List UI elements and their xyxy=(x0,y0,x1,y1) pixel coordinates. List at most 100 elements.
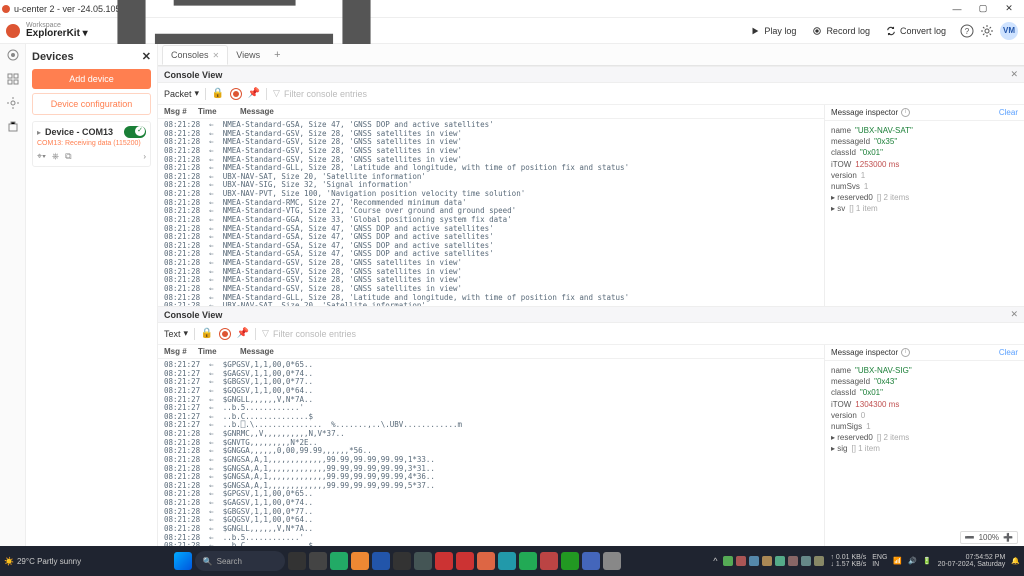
system-tray[interactable] xyxy=(723,556,824,566)
taskbar-app-icon[interactable] xyxy=(519,552,537,570)
device-copy-icon[interactable]: ⧉ xyxy=(65,151,71,162)
tray-icon[interactable] xyxy=(723,556,733,566)
rail-settings-icon[interactable] xyxy=(6,96,20,110)
wifi-icon[interactable]: 📶 xyxy=(893,557,902,565)
device-cube-icon[interactable]: ⎈ xyxy=(52,151,59,162)
lock-icon[interactable]: 🔒 xyxy=(212,88,224,100)
message-inspector-b: Message inspectoriClear name"UBX-NAV-SIG… xyxy=(824,345,1024,546)
tray-icon[interactable] xyxy=(749,556,759,566)
info-icon[interactable]: i xyxy=(901,108,910,117)
play-log-button[interactable]: Play log xyxy=(750,26,796,36)
filter-input[interactable]: Filter console entries xyxy=(273,329,356,339)
zoom-indicator[interactable]: ➖ 100% ➕ xyxy=(960,531,1018,544)
clear-button[interactable]: Clear xyxy=(999,348,1018,357)
taskbar-clock[interactable]: 07:54:52 PM20-07-2024, Saturday xyxy=(938,554,1006,568)
play-icon xyxy=(750,26,760,36)
workspace-selector[interactable]: Workspace ExplorerKit ▾ xyxy=(26,22,88,39)
device-status: COM13: Receiving data (115200) xyxy=(37,140,146,147)
rail-apps-icon[interactable] xyxy=(6,72,20,86)
maximize-button[interactable]: ▢ xyxy=(970,3,996,14)
clear-button[interactable]: Clear xyxy=(999,108,1018,117)
mode-select[interactable]: Text ▾ xyxy=(164,328,188,339)
tray-icon[interactable] xyxy=(788,556,798,566)
notification-icon[interactable]: 🔔 xyxy=(1011,557,1020,565)
taskbar-app-icon[interactable] xyxy=(309,552,327,570)
taskbar-app-icon[interactable] xyxy=(477,552,495,570)
taskbar-app-icon[interactable] xyxy=(351,552,369,570)
pin-icon[interactable]: 📌 xyxy=(237,328,249,340)
record-icon[interactable] xyxy=(230,88,242,100)
svg-text:?: ? xyxy=(965,27,970,36)
device-target-icon[interactable]: ⌖▾ xyxy=(37,151,46,162)
network-monitor[interactable]: ↑ 0.01 KB/s↓ 1.57 KB/s xyxy=(830,554,866,568)
col-message: Message xyxy=(240,347,818,356)
user-avatar[interactable]: VM xyxy=(1000,22,1018,40)
device-toggle[interactable] xyxy=(124,126,146,138)
close-button[interactable]: ✕ xyxy=(996,3,1022,14)
taskbar-weather[interactable]: ☀️ 29°C Partly sunny xyxy=(4,557,81,566)
app-icon xyxy=(2,5,10,13)
filter-icon[interactable]: ▽ xyxy=(262,328,269,339)
add-device-button[interactable]: Add device xyxy=(32,69,151,89)
taskbar-app-icon[interactable] xyxy=(456,552,474,570)
filter-icon[interactable]: ▽ xyxy=(273,88,280,99)
close-icon[interactable]: ✕ xyxy=(213,51,220,60)
language-indicator[interactable]: ENG IN xyxy=(872,554,887,568)
left-rail xyxy=(0,44,26,546)
filter-input[interactable]: Filter console entries xyxy=(284,89,367,99)
taskbar-app-icon[interactable] xyxy=(540,552,558,570)
convert-log-button[interactable]: Convert log xyxy=(886,26,946,36)
pin-icon[interactable]: 📌 xyxy=(248,88,260,100)
taskbar-app-icon[interactable] xyxy=(372,552,390,570)
add-tab-button[interactable]: + xyxy=(268,49,286,61)
taskbar-search[interactable]: 🔍 Search xyxy=(195,551,285,571)
taskbar-app-icon[interactable] xyxy=(603,552,621,570)
expand-icon[interactable]: ▸ xyxy=(37,128,41,137)
col-msg: Msg # xyxy=(164,107,198,116)
volume-icon[interactable]: 🔊 xyxy=(908,557,917,565)
taskbar-app-icon[interactable] xyxy=(582,552,600,570)
tray-icon[interactable] xyxy=(762,556,772,566)
app-logo xyxy=(6,24,20,38)
col-msg: Msg # xyxy=(164,347,198,356)
device-config-button[interactable]: Device configuration xyxy=(32,93,151,115)
record-log-button[interactable]: Record log xyxy=(812,26,870,36)
devices-title: Devices xyxy=(32,51,74,63)
mode-select[interactable]: Packet ▾ xyxy=(164,88,199,99)
panel-close-icon[interactable]: ✕ xyxy=(1010,309,1018,320)
device-item[interactable]: ▸ Device - COM13 COM13: Receiving data (… xyxy=(32,121,151,167)
tray-icon[interactable] xyxy=(736,556,746,566)
record-icon[interactable] xyxy=(219,328,231,340)
taskbar-app-icon[interactable] xyxy=(330,552,348,570)
help-icon[interactable]: ? xyxy=(960,24,974,38)
devices-panel: Devices ✕ Add device Device configuration… xyxy=(26,44,158,546)
taskbar-app-icon[interactable] xyxy=(498,552,516,570)
minimize-button[interactable]: — xyxy=(944,4,970,14)
tray-icon[interactable] xyxy=(814,556,824,566)
taskbar-app-icon[interactable] xyxy=(393,552,411,570)
rail-tools-icon[interactable] xyxy=(6,120,20,134)
devices-close-icon[interactable]: ✕ xyxy=(142,50,151,63)
log-list-packet[interactable]: 08:21:28 ⇐ NMEA-Standard-GSA, Size 47, '… xyxy=(158,119,824,306)
tray-chevron-icon[interactable]: ^ xyxy=(713,556,717,566)
rail-devices-icon[interactable] xyxy=(6,48,20,62)
col-message: Message xyxy=(240,107,818,116)
taskbar-app-icon[interactable] xyxy=(435,552,453,570)
tab-views[interactable]: Views xyxy=(228,46,268,64)
task-view-icon[interactable] xyxy=(288,552,306,570)
taskbar-app-icon[interactable] xyxy=(414,552,432,570)
panel-close-icon[interactable]: ✕ xyxy=(1010,69,1018,80)
console-panel-text: Console View✕ Text ▾ 🔒 📌 ▽Filter console… xyxy=(158,306,1024,546)
log-list-text[interactable]: 08:21:27 ⇐ $GPGSV,1,1,00,0*65.. 08:21:27… xyxy=(158,359,824,546)
lock-icon[interactable]: 🔒 xyxy=(201,328,213,340)
tray-icon[interactable] xyxy=(801,556,811,566)
info-icon[interactable]: i xyxy=(901,348,910,357)
battery-icon[interactable]: 🔋 xyxy=(923,557,932,565)
settings-icon[interactable] xyxy=(980,24,994,38)
taskbar-app-icon[interactable] xyxy=(561,552,579,570)
tray-icon[interactable] xyxy=(775,556,785,566)
tab-consoles[interactable]: Consoles✕ xyxy=(162,45,228,65)
panel-title: Console View xyxy=(164,70,222,80)
start-button[interactable] xyxy=(174,552,192,570)
chevron-right-icon[interactable]: › xyxy=(143,152,146,161)
